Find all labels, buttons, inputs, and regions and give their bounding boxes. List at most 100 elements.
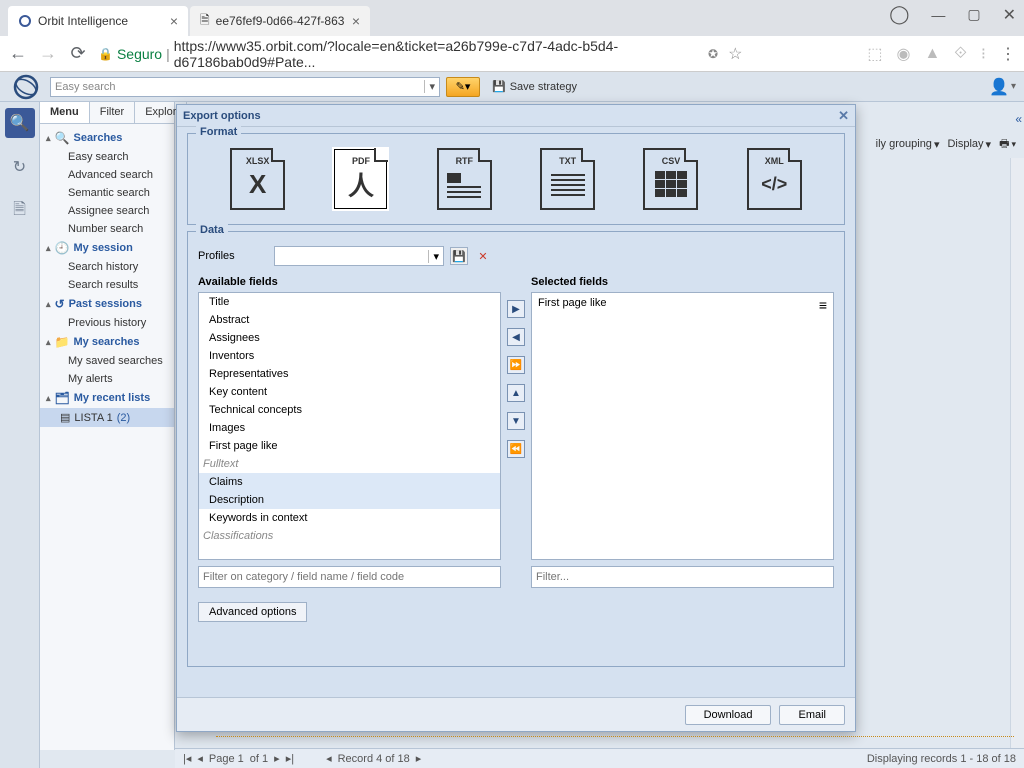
close-icon[interactable]: × — [170, 13, 178, 29]
ext-icon-2[interactable]: ◉ — [896, 44, 910, 64]
field-option[interactable]: Abstract — [199, 311, 500, 329]
chevron-down-icon[interactable]: ▾ — [1011, 81, 1016, 92]
field-option[interactable]: Representatives — [199, 365, 500, 383]
maximize-icon[interactable]: ▢ — [967, 6, 980, 23]
highlighter-button[interactable]: ✎▾ — [446, 77, 480, 97]
profiles-combo[interactable]: ▾ — [274, 246, 444, 266]
tree-item[interactable]: Advanced search — [40, 166, 174, 184]
field-option[interactable]: Title — [199, 293, 500, 311]
prev-page-icon[interactable]: ◂ — [197, 752, 203, 765]
close-window-icon[interactable]: ✕ — [1003, 5, 1016, 25]
reload-icon[interactable]: ⟳ — [68, 43, 88, 64]
easy-search-combo[interactable]: Easy search ▾ — [50, 77, 440, 97]
display-dropdown[interactable]: Display ▾ — [947, 138, 991, 151]
tree-item[interactable]: Semantic search — [40, 184, 174, 202]
tree-item[interactable]: My alerts — [40, 370, 174, 388]
tree-item[interactable]: Easy search — [40, 148, 174, 166]
rail-history-icon[interactable]: ↻ — [5, 152, 35, 182]
format-xml[interactable]: XML</> — [747, 148, 802, 210]
format-xlsx[interactable]: XLSXX — [230, 148, 285, 210]
minimize-icon[interactable]: — — [931, 7, 945, 23]
field-option[interactable]: Images — [199, 419, 500, 437]
format-txt[interactable]: TXT — [540, 148, 595, 210]
sidebar-tab-filter[interactable]: Filter — [90, 102, 135, 123]
scrollbar[interactable] — [1010, 158, 1024, 748]
tree-group-session[interactable]: ▴🕘My session — [40, 238, 174, 258]
filter-available-input[interactable] — [198, 566, 501, 588]
tts-icon[interactable]: ✪ — [708, 47, 718, 61]
save-strategy-button[interactable]: 💾 Save strategy — [492, 80, 577, 93]
next-page-icon[interactable]: ▸ — [274, 752, 280, 765]
delete-profile-button[interactable]: ✕ — [474, 247, 492, 265]
field-option[interactable]: Inventors — [199, 347, 500, 365]
available-fields-list[interactable]: Title Abstract Assignees Inventors Repre… — [198, 292, 501, 560]
tree-item[interactable]: Search results — [40, 276, 174, 294]
tree-item[interactable]: Search history — [40, 258, 174, 276]
rail-search-icon[interactable]: 🔍 — [5, 108, 35, 138]
email-button[interactable]: Email — [779, 705, 845, 725]
field-option[interactable]: First page like — [199, 437, 500, 455]
move-right-button[interactable]: ▶ — [507, 300, 525, 318]
tree-group-recent[interactable]: ▴🗂My recent lists — [40, 388, 174, 408]
ext-icon-4[interactable]: ⟐ — [954, 45, 967, 63]
selected-fields-list[interactable]: First page like ≡ — [531, 292, 834, 560]
field-option[interactable]: Assignees — [199, 329, 500, 347]
field-option[interactable]: Description — [199, 491, 500, 509]
orbit-logo[interactable] — [8, 72, 44, 102]
menu-icon[interactable]: ⋮ — [1000, 44, 1016, 64]
tree-item[interactable]: Number search — [40, 220, 174, 238]
bookmark-star-icon[interactable]: ☆ — [728, 44, 742, 64]
close-icon[interactable]: ✕ — [838, 108, 849, 124]
clock-icon: 🕘 — [55, 241, 70, 255]
tree-item-lista1[interactable]: ▤ LISTA 1 (2) — [40, 408, 174, 427]
tree-group-searches[interactable]: ▴🔍Searches — [40, 128, 174, 148]
field-option[interactable]: Technical concepts — [199, 401, 500, 419]
address-bar[interactable]: 🔒 Seguro | https://www35.orbit.com/?loca… — [98, 38, 698, 70]
filter-selected-input[interactable] — [531, 566, 834, 588]
tree-item[interactable]: My saved searches — [40, 352, 174, 370]
format-pdf[interactable]: PDF人 — [333, 148, 388, 210]
move-all-left-button[interactable]: ⏪ — [507, 440, 525, 458]
next-record-icon[interactable]: ▸ — [416, 752, 422, 765]
print-icon[interactable]: 🖶 ▾ — [999, 135, 1016, 154]
list-menu-icon[interactable]: ≡ — [819, 297, 827, 313]
first-page-icon[interactable]: |◂ — [183, 752, 191, 765]
tree-item[interactable]: Assignee search — [40, 202, 174, 220]
prev-record-icon[interactable]: ◂ — [326, 752, 332, 765]
format-csv[interactable]: CSV — [643, 148, 698, 210]
forward-icon[interactable]: → — [38, 43, 58, 64]
field-option[interactable]: Keywords in context — [199, 509, 500, 527]
tree-group-mysearches[interactable]: ▴📁My searches — [40, 332, 174, 352]
tab-title: ee76fef9-0d66-427f-863 — [216, 14, 345, 28]
field-option[interactable]: Claims — [199, 473, 500, 491]
browser-tab-other[interactable]: 🗎 ee76fef9-0d66-427f-863 × — [190, 6, 370, 36]
move-up-button[interactable]: ▲ — [507, 384, 525, 402]
user-icon[interactable]: 👤 — [989, 77, 1009, 97]
ext-icon-1[interactable]: ⬚ — [867, 44, 882, 64]
advanced-options-button[interactable]: Advanced options — [198, 602, 307, 622]
chevron-down-icon[interactable]: ▾ — [424, 80, 435, 93]
sidebar-tab-menu[interactable]: Menu — [40, 102, 90, 123]
download-button[interactable]: Download — [685, 705, 772, 725]
save-profile-button[interactable]: 💾 — [450, 247, 468, 265]
move-left-button[interactable]: ◀ — [507, 328, 525, 346]
field-option[interactable]: Key content — [199, 383, 500, 401]
last-page-icon[interactable]: ▸| — [286, 752, 294, 765]
list-icon: 🗂 — [55, 391, 70, 405]
browser-tab-orbit[interactable]: Orbit Intelligence × — [8, 6, 188, 36]
back-icon[interactable]: ← — [8, 43, 28, 64]
timeline-track — [216, 736, 1014, 746]
format-rtf[interactable]: RTF — [437, 148, 492, 210]
family-grouping-dropdown[interactable]: ily grouping ▾ — [876, 138, 940, 151]
move-all-right-button[interactable]: ⏩ — [507, 356, 525, 374]
tree-item[interactable]: Previous history — [40, 314, 174, 332]
selected-field-item[interactable]: First page like — [538, 297, 606, 309]
close-icon[interactable]: × — [352, 13, 360, 29]
user-avatar-icon[interactable]: ◯ — [889, 4, 909, 25]
tree-group-past[interactable]: ▴↺Past sessions — [40, 294, 174, 314]
ext-icon-3[interactable]: ▲ — [924, 45, 940, 63]
move-down-button[interactable]: ▼ — [507, 412, 525, 430]
collapse-icon[interactable]: « — [1015, 112, 1022, 126]
rail-doc-icon[interactable]: 🗎 — [5, 196, 35, 226]
ext-icon-5[interactable]: ⁝ — [981, 44, 986, 64]
